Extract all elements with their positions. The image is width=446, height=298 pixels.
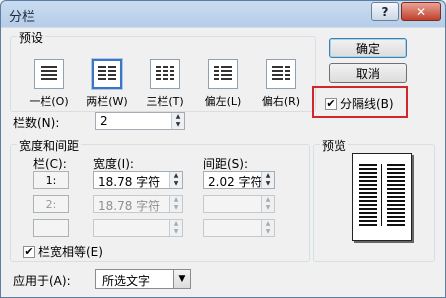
presets-group: 预设 一栏(O) 两栏(W) 三栏(T) 偏左(L) 偏右(R) <box>10 29 316 112</box>
preset-three-columns[interactable]: 三栏(T) <box>143 59 187 109</box>
spin-down-icon: ▼ <box>262 204 274 212</box>
width-spinner-2: 18.78 字符 ▲ ▼ <box>93 195 183 213</box>
ok-button[interactable]: 确定 <box>329 38 407 58</box>
width-spacing-group: 宽度和间距 栏(C): 宽度(I): 间距(S): 1: 18.78 字符 ▲ ▼… <box>10 137 310 262</box>
spin-down-icon[interactable]: ▼ <box>172 121 184 129</box>
width-value-2: 18.78 字符 <box>98 199 161 213</box>
spin-down-icon: ▼ <box>262 228 274 236</box>
width-arrows-1[interactable]: ▲ ▼ <box>169 172 182 188</box>
column-dialog: 分栏 ? ✕ 预设 一栏(O) 两栏(W) 三栏(T) 偏左(L) 偏右(R) … <box>0 0 446 298</box>
preset-label-one: 一栏(O) <box>29 95 69 108</box>
preset-label-right: 偏右(R) <box>261 95 301 108</box>
window-title: 分栏 <box>9 10 36 25</box>
preset-one-column[interactable]: 一栏(O) <box>27 59 71 109</box>
column-count-label: 栏数(N): <box>13 116 60 130</box>
spin-down-icon: ▼ <box>170 228 182 236</box>
column-count-value: 2 <box>100 114 108 128</box>
spin-up-icon: ▲ <box>262 196 274 204</box>
cancel-button[interactable]: 取消 <box>329 63 407 83</box>
spacing-spinner-1[interactable]: 2.02 字符 ▲ ▼ <box>203 171 275 189</box>
col-number-2: 2: <box>33 195 69 213</box>
width-arrows-2: ▲ ▼ <box>169 196 182 212</box>
dialog-body: 预设 一栏(O) 两栏(W) 三栏(T) 偏左(L) 偏右(R) 确定 取消 ✔… <box>7 28 439 294</box>
width-spinner-3: ▲ ▼ <box>93 219 183 237</box>
three-columns-icon <box>150 59 180 89</box>
spin-up-icon: ▲ <box>170 196 182 204</box>
spin-up-icon: ▲ <box>262 220 274 228</box>
presets-group-title: 预设 <box>17 29 46 46</box>
one-column-icon <box>34 59 64 89</box>
col-header: 栏(C): <box>33 157 67 171</box>
preview-title: 预览 <box>320 137 349 154</box>
col-number-1: 1: <box>33 171 69 189</box>
width-value-1: 18.78 字符 <box>98 175 161 189</box>
spin-up-icon[interactable]: ▲ <box>172 113 184 121</box>
equal-width-label: 栏宽相等(E) <box>38 245 103 259</box>
width-spinner-1[interactable]: 18.78 字符 ▲ ▼ <box>93 171 183 189</box>
preset-left[interactable]: 偏左(L) <box>201 59 245 109</box>
equal-width-row[interactable]: ✔ 栏宽相等(E) <box>23 243 103 260</box>
spacing-arrows-2: ▲ ▼ <box>261 196 274 212</box>
spin-down-icon: ▼ <box>170 204 182 212</box>
spacing-value-1: 2.02 字符 <box>208 175 263 189</box>
preset-label-left: 偏左(L) <box>204 95 242 108</box>
spacing-arrows-3: ▲ ▼ <box>261 220 274 236</box>
spacing-header: 间距(S): <box>203 157 249 171</box>
help-button[interactable]: ? <box>371 2 399 21</box>
two-column-preview-icon <box>359 164 405 226</box>
left-column-icon <box>208 59 238 89</box>
apply-to-label: 应用于(A): <box>13 274 71 288</box>
separator-checkbox[interactable]: ✔ <box>325 97 337 110</box>
right-column-icon <box>266 59 296 89</box>
col-number-3 <box>33 219 69 237</box>
column-count-spinner[interactable]: 2 ▲ ▼ <box>95 112 185 130</box>
spin-down-icon[interactable]: ▼ <box>170 180 182 188</box>
apply-to-select[interactable]: 所选文字 ▼ <box>95 269 191 289</box>
equal-width-checkbox[interactable]: ✔ <box>23 245 35 258</box>
preset-right[interactable]: 偏右(R) <box>259 59 303 109</box>
apply-to-value: 所选文字 <box>102 274 151 288</box>
width-header: 宽度(I): <box>93 157 134 171</box>
preset-two-columns[interactable]: 两栏(W) <box>85 58 129 109</box>
preset-label-two: 两栏(W) <box>86 95 128 108</box>
close-button[interactable]: ✕ <box>401 2 441 21</box>
separator-checkbox-row[interactable]: ✔ 分隔线(B) <box>325 95 394 112</box>
spacing-spinner-3: ▲ ▼ <box>203 219 275 237</box>
dropdown-arrow-icon[interactable]: ▼ <box>173 270 190 288</box>
width-spacing-title: 宽度和间距 <box>17 137 82 154</box>
spin-up-icon[interactable]: ▲ <box>262 172 274 180</box>
spin-up-icon: ▲ <box>170 220 182 228</box>
spacing-arrows-1[interactable]: ▲ ▼ <box>261 172 274 188</box>
separator-label: 分隔线(B) <box>340 97 394 111</box>
preview-page <box>352 153 412 241</box>
title-bar: 分栏 ? ✕ <box>1 1 445 27</box>
width-arrows-3: ▲ ▼ <box>169 220 182 236</box>
column-count-arrows[interactable]: ▲ ▼ <box>171 113 184 129</box>
spacing-spinner-2: ▲ ▼ <box>203 195 275 213</box>
spin-down-icon[interactable]: ▼ <box>262 180 274 188</box>
spin-up-icon[interactable]: ▲ <box>170 172 182 180</box>
preset-label-three: 三栏(T) <box>146 95 184 108</box>
two-columns-icon <box>91 58 123 90</box>
